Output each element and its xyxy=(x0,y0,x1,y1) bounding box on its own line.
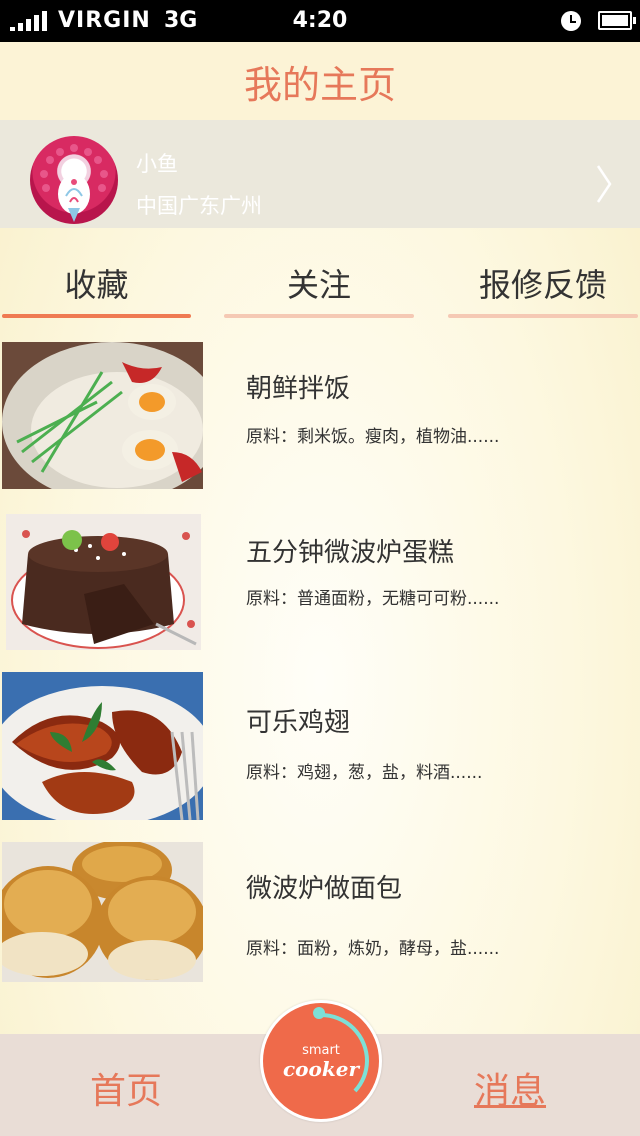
recipe-ingredients: 原料：鸡翅，葱，盐，料酒...... xyxy=(246,763,483,783)
tab-indicator xyxy=(448,314,638,318)
profile-card[interactable]: 小鱼 中国广东广州 xyxy=(0,120,640,228)
tab-indicator xyxy=(224,314,414,318)
tab-bar: 收藏 关注 报修反馈 xyxy=(0,248,640,320)
tab-label: 收藏 xyxy=(64,266,129,304)
status-bar: VIRGIN 3G 4:20 xyxy=(0,0,640,42)
tab-following[interactable]: 关注 xyxy=(224,248,414,318)
alarm-icon xyxy=(561,11,581,31)
profile-location: 中国广东广州 xyxy=(136,194,262,218)
recipe-image-cola-chicken-wings xyxy=(2,672,203,820)
status-time: 4:20 xyxy=(292,8,348,33)
tab-repair-feedback[interactable]: 报修反馈 xyxy=(448,248,638,318)
battery-icon xyxy=(598,11,636,30)
recipe-name: 五分钟微波炉蛋糕 xyxy=(246,538,455,568)
profile-name: 小鱼 xyxy=(136,152,178,176)
brand-label-bottom: cooker xyxy=(283,1057,359,1081)
smart-cooker-button[interactable]: smart cooker xyxy=(260,1000,382,1122)
recipe-ingredients: 原料：剩米饭。瘦肉，植物油...... xyxy=(246,427,500,447)
recipe-image-cake xyxy=(6,514,201,650)
recipe-ingredients: 原料：普通面粉，无糖可可粉...... xyxy=(246,589,500,609)
list-item[interactable]: 可乐鸡翅 原料：鸡翅，葱，盐，料酒...... xyxy=(0,672,640,822)
recipe-name: 微波炉做面包 xyxy=(246,874,403,904)
nav-messages[interactable]: 消息 xyxy=(474,1062,546,1114)
recipe-image-bibimbap xyxy=(2,342,203,489)
tab-label: 报修反馈 xyxy=(478,266,607,304)
list-item[interactable]: 微波炉做面包 原料：面粉，炼奶，酵母，盐...... xyxy=(0,842,640,992)
brand-label-top: smart xyxy=(302,1043,340,1058)
recipe-ingredients: 原料：面粉，炼奶，酵母，盐...... xyxy=(246,939,500,959)
avatar xyxy=(30,136,118,224)
tab-label: 关注 xyxy=(286,266,351,304)
list-item[interactable]: 五分钟微波炉蛋糕 原料：普通面粉，无糖可可粉...... xyxy=(0,512,640,662)
chevron-right-icon[interactable] xyxy=(596,164,612,204)
tab-favorites[interactable]: 收藏 xyxy=(2,248,191,318)
recipe-name: 朝鲜拌饭 xyxy=(246,374,351,404)
nav-home[interactable]: 首页 xyxy=(90,1062,162,1114)
page-title: 我的主页 xyxy=(243,63,396,107)
tab-indicator xyxy=(2,314,191,318)
recipe-name: 可乐鸡翅 xyxy=(246,708,351,738)
page-header: 我的主页 xyxy=(0,42,640,120)
recipe-image-microwave-bread xyxy=(2,842,203,982)
list-item[interactable]: 朝鲜拌饭 原料：剩米饭。瘦肉，植物油...... xyxy=(0,338,640,489)
